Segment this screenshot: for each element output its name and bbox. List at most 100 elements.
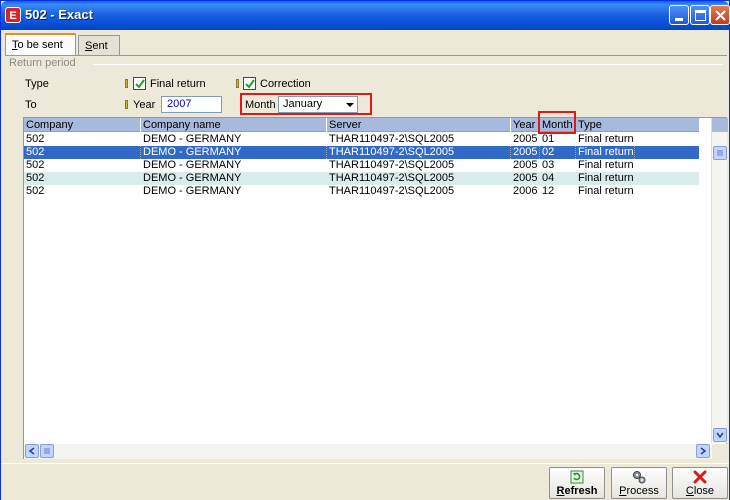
maximize-button[interactable] (690, 5, 710, 25)
maximize-icon (695, 10, 706, 21)
chevron-left-icon (28, 447, 35, 455)
column-header-company[interactable]: Company (24, 118, 141, 132)
cell-month: 12 (542, 185, 555, 197)
column-header-server[interactable]: Server (327, 118, 511, 132)
grid-header: Company Company name Server Year Month T… (24, 118, 699, 132)
cell-month: 03 (542, 159, 555, 171)
button-label: efresh (564, 485, 598, 497)
table-row[interactable]: 502 DEMO - GERMANY THAR110497-2\SQL2005 … (24, 185, 699, 198)
cell-company-name: DEMO - GERMANY (143, 133, 242, 145)
cell-server: THAR110497-2\SQL2005 (329, 133, 455, 145)
button-label: rocess (626, 485, 659, 497)
button-label: lose (693, 485, 715, 497)
scroll-down-button[interactable] (713, 428, 727, 442)
grip-icon (44, 448, 50, 454)
return-period-label: Return period (9, 57, 76, 69)
title-bar[interactable]: E 502 - Exact (1, 1, 730, 30)
cell-type: Final return (578, 172, 634, 184)
year-label: Year (133, 99, 156, 111)
chevron-down-icon (716, 432, 724, 439)
checkmark-icon (245, 79, 255, 89)
close-button[interactable]: Close (672, 467, 728, 499)
app-icon: E (5, 7, 21, 23)
cell-type: Final return (578, 185, 634, 197)
cell-month: 04 (542, 172, 555, 184)
tab-label: o be sent (17, 39, 63, 51)
minimize-icon (675, 18, 683, 21)
tab-panel-border (5, 55, 727, 56)
column-header-year[interactable]: Year (511, 118, 540, 132)
required-marker (125, 79, 128, 88)
minimize-button[interactable] (669, 5, 689, 25)
final-return-checkbox[interactable] (133, 77, 146, 90)
cell-company: 502 (26, 185, 45, 197)
type-label: Type (25, 78, 49, 90)
close-x-icon (693, 470, 707, 484)
cell-year: 2006 (513, 185, 538, 197)
year-input[interactable]: 2007 (161, 96, 222, 113)
tab-to-be-sent[interactable]: To be sent (5, 33, 76, 56)
chevron-down-icon (346, 103, 354, 107)
scroll-left-button[interactable] (25, 444, 39, 458)
refresh-icon (570, 470, 584, 484)
main-window: E 502 - Exact To be sent Sent Return per… (0, 0, 730, 500)
refresh-button[interactable]: Refresh (549, 467, 605, 499)
gears-icon (633, 471, 646, 484)
correction-label: Correction (260, 78, 311, 90)
window-title: 502 - Exact (25, 7, 93, 22)
required-marker (236, 79, 239, 88)
checkmark-icon (135, 79, 145, 89)
close-icon (715, 10, 726, 21)
table-row[interactable]: 502 DEMO - GERMANY THAR110497-2\SQL2005 … (24, 133, 699, 146)
cell-server: THAR110497-2\SQL2005 (329, 172, 455, 184)
window-close-button[interactable] (710, 5, 730, 25)
cell-year: 2005 (513, 159, 538, 171)
month-select-value: January (283, 98, 323, 110)
to-label: To (25, 99, 37, 111)
scroll-thumb[interactable] (40, 444, 54, 458)
required-marker (125, 100, 128, 109)
tab-sent[interactable]: Sent (78, 35, 120, 55)
returns-grid[interactable]: Company Company name Server Year Month T… (23, 111, 728, 459)
tab-label: ent (92, 40, 108, 52)
scroll-thumb[interactable] (713, 146, 727, 160)
chevron-right-icon (700, 447, 707, 455)
cell-company: 502 (26, 172, 45, 184)
dropdown-button[interactable] (343, 97, 357, 112)
column-header-company-name[interactable]: Company name (141, 118, 327, 132)
cell-company-name: DEMO - GERMANY (141, 146, 327, 159)
cell-company-name: DEMO - GERMANY (143, 172, 242, 184)
cell-company-name: DEMO - GERMANY (143, 185, 242, 197)
cell-type: Final return (578, 133, 634, 145)
month-label: Month (245, 99, 276, 111)
table-row[interactable]: 502 DEMO - GERMANY THAR110497-2\SQL2005 … (24, 159, 699, 172)
cell-company: 502 (26, 159, 45, 171)
cell-server: THAR110497-2\SQL2005 (327, 146, 511, 159)
month-column-highlight-box (538, 111, 576, 134)
correction-checkbox[interactable] (243, 77, 256, 90)
horizontal-scrollbar[interactable] (24, 444, 712, 459)
table-row[interactable]: 502 DEMO - GERMANY THAR110497-2\SQL2005 … (24, 172, 699, 185)
scrollbar-header-corner (712, 118, 728, 132)
cell-company: 502 (26, 133, 45, 145)
column-header-type[interactable]: Type (576, 118, 699, 132)
cell-year: 2005 (513, 133, 538, 145)
cell-company-name: DEMO - GERMANY (143, 159, 242, 171)
scroll-right-button[interactable] (696, 444, 710, 458)
final-return-label: Final return (150, 78, 206, 90)
process-button[interactable]: Process (611, 467, 667, 499)
cell-type: Final return (578, 159, 634, 171)
accel-key: C (685, 485, 694, 497)
vertical-scrollbar[interactable] (711, 118, 728, 443)
cell-month: 01 (542, 133, 555, 145)
month-select[interactable]: January (278, 96, 358, 113)
cell-year: 2005 (513, 172, 538, 184)
cell-company: 502 (24, 146, 141, 159)
cell-type: Final return (578, 146, 635, 159)
table-row-selected[interactable]: 502 DEMO - GERMANY THAR110497-2\SQL2005 … (24, 146, 699, 159)
cell-month: 02 (540, 146, 576, 159)
cell-server: THAR110497-2\SQL2005 (329, 159, 455, 171)
scrollbar-corner (712, 444, 727, 459)
cell-server: THAR110497-2\SQL2005 (329, 185, 455, 197)
grip-icon (717, 150, 723, 156)
